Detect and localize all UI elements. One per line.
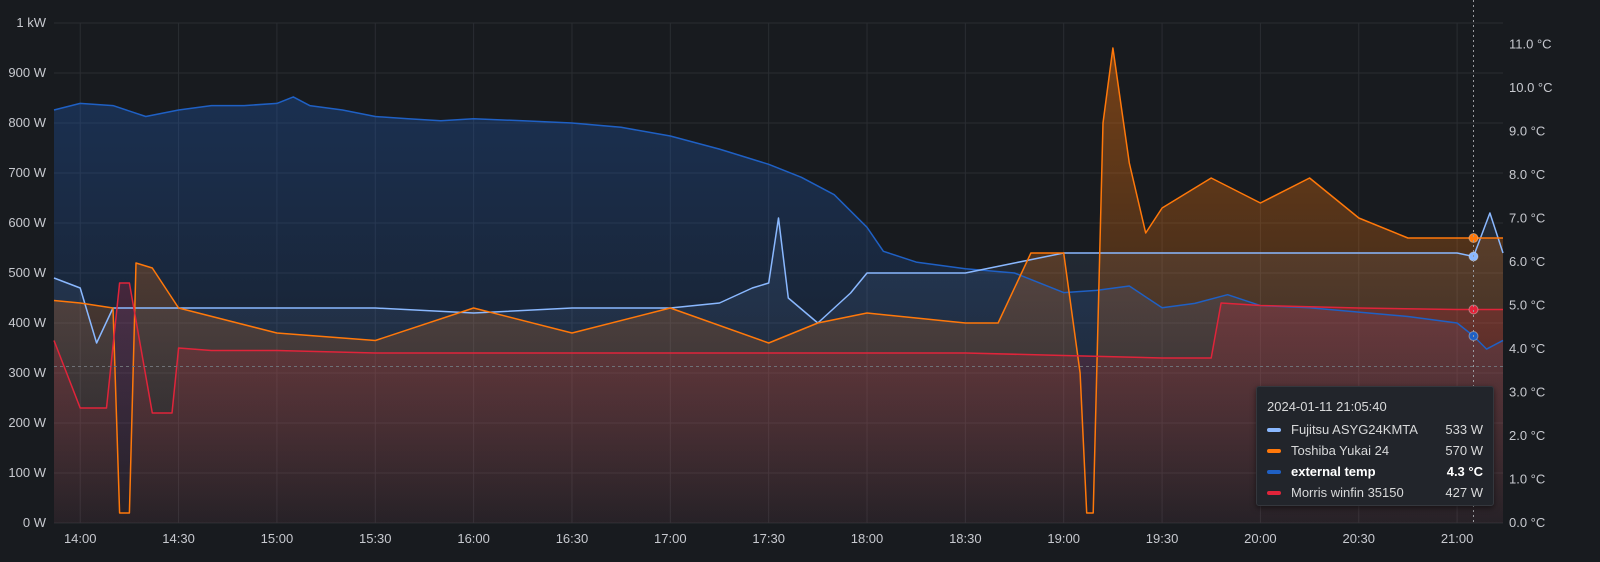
x-tick-label: 17:00 [654, 531, 687, 546]
tooltip-series-value: 4.3 °C [1446, 464, 1483, 479]
tooltip-time: 2024-01-11 21:05:40 [1267, 399, 1387, 414]
y-right-tick-label: 6.0 °C [1509, 254, 1545, 269]
legend-swatch-fujitsu [1267, 427, 1281, 432]
y-left-tick-label: 900 W [8, 65, 46, 80]
x-tick-label: 19:30 [1146, 531, 1179, 546]
x-tick-label: 14:00 [64, 531, 97, 546]
tooltip-series-name: external temp [1291, 464, 1376, 479]
y-right-tick-label: 3.0 °C [1509, 385, 1545, 400]
tooltip-series-name: Morris winfin 35150 [1291, 485, 1404, 500]
tooltip-row-external-temp: external temp 4.3 °C [1267, 461, 1483, 482]
x-tick-label: 16:30 [556, 531, 589, 546]
y-left-tick-label: 0 W [23, 515, 47, 530]
y-left-tick-label: 600 W [8, 215, 46, 230]
x-tick-label: 15:30 [359, 531, 392, 546]
tooltip-series-value: 570 W [1445, 443, 1483, 458]
x-tick-label: 17:30 [752, 531, 785, 546]
y-right-tick-label: 1.0 °C [1509, 472, 1545, 487]
x-tick-label: 18:30 [949, 531, 982, 546]
y-left-tick-label: 500 W [8, 265, 46, 280]
y-left-tick-label: 1 kW [16, 15, 46, 30]
x-tick-label: 19:00 [1047, 531, 1080, 546]
tooltip-series-value: 533 W [1445, 422, 1483, 437]
x-tick-label: 20:00 [1244, 531, 1277, 546]
y-left-tick-label: 300 W [8, 365, 46, 380]
y-right-tick-label: 7.0 °C [1509, 211, 1545, 226]
legend-swatch-toshiba [1267, 448, 1281, 453]
y-right-tick-label: 8.0 °C [1509, 167, 1545, 182]
x-tick-label: 15:00 [261, 531, 294, 546]
y-right-tick-label: 5.0 °C [1509, 298, 1545, 313]
y-right-tick-label: 9.0 °C [1509, 124, 1545, 139]
tooltip-row-morris: Morris winfin 35150 427 W [1267, 482, 1483, 503]
legend-swatch-external-temp [1267, 469, 1281, 474]
tooltip-row-fujitsu: Fujitsu ASYG24KMTA 533 W [1267, 419, 1483, 440]
y-right-tick-label: 0.0 °C [1509, 515, 1545, 530]
y-right-tick-label: 10.0 °C [1509, 80, 1553, 95]
x-tick-label: 21:00 [1441, 531, 1474, 546]
y-left-tick-label: 400 W [8, 315, 46, 330]
y-left-tick-label: 200 W [8, 415, 46, 430]
x-tick-label: 14:30 [162, 531, 195, 546]
x-tick-label: 20:30 [1342, 531, 1375, 546]
y-right-tick-label: 11.0 °C [1509, 37, 1552, 52]
tooltip-row-toshiba: Toshiba Yukai 24 570 W [1267, 440, 1483, 461]
tooltip-series-name: Fujitsu ASYG24KMTA [1291, 422, 1418, 437]
tooltip: 2024-01-11 21:05:40 Fujitsu ASYG24KMTA 5… [1256, 386, 1494, 506]
y-left-tick-label: 800 W [8, 115, 46, 130]
legend-swatch-morris [1267, 490, 1281, 495]
y-right-tick-label: 2.0 °C [1509, 428, 1545, 443]
x-tick-label: 16:00 [457, 531, 490, 546]
y-left-tick-label: 700 W [8, 165, 46, 180]
y-right-tick-label: 4.0 °C [1509, 341, 1545, 356]
y-left-tick-label: 100 W [8, 465, 46, 480]
x-tick-label: 18:00 [851, 531, 884, 546]
tooltip-series-name: Toshiba Yukai 24 [1291, 443, 1390, 458]
tooltip-series-value: 427 W [1445, 485, 1483, 500]
